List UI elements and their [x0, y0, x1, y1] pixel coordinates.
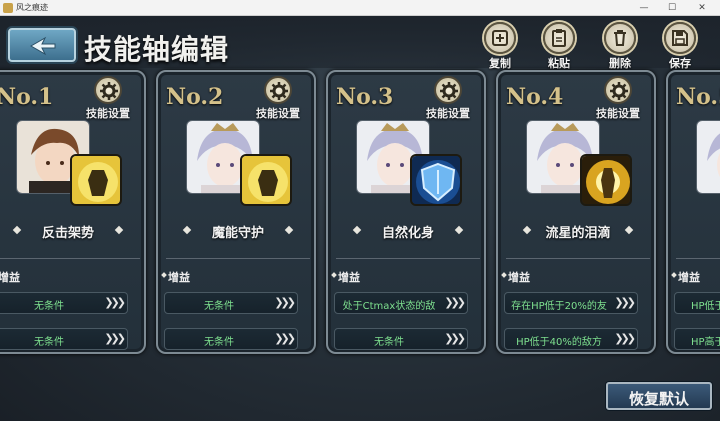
skill-name: 流星的泪滴 [545, 226, 611, 241]
save-button[interactable]: 保存 [658, 22, 702, 72]
condition-text: 无条件 [34, 337, 64, 348]
chevrons-right-icon: ❯❯❯ [614, 332, 636, 345]
skill-settings-label: 技能设置 [86, 107, 130, 120]
skill-settings-label: 技能设置 [426, 107, 470, 120]
condition-2[interactable]: HP高于 [674, 328, 720, 350]
copy-icon [492, 30, 508, 46]
condition-text: HP低于 [691, 301, 720, 312]
character-portrait [696, 120, 720, 194]
skill-card-4[interactable]: No.4 技能设置 流星的泪滴 增益 存在HP低于20%的友 ❯❯❯ HP低于40… [496, 70, 656, 354]
gear-icon [270, 82, 288, 100]
skill-icon [410, 154, 462, 206]
gear-icon [100, 82, 118, 100]
condition-text: 存在HP低于20%的友 [511, 301, 607, 312]
condition-1[interactable]: 存在HP低于20%的友 ❯❯❯ [504, 292, 638, 314]
save-label: 保存 [669, 57, 691, 70]
skill-name: 自然化身 [381, 226, 434, 241]
reset-default-button[interactable]: 恢复默认 [606, 382, 712, 410]
delete-button[interactable]: 删除 [598, 22, 642, 72]
condition-1[interactable]: HP低于 [674, 292, 720, 314]
condition-2[interactable]: 无条件 ❯❯❯ [0, 328, 128, 350]
condition-1[interactable]: 无条件 ❯❯❯ [164, 292, 298, 314]
condition-text: HP低于40%的敌方 [516, 337, 602, 348]
window-titlebar: 风之痕迹 — ☐ ✕ [0, 0, 720, 16]
condition-2[interactable]: 无条件 ❯❯❯ [164, 328, 298, 350]
trash-icon [614, 30, 626, 46]
skill-card-2[interactable]: No.2 技能设置 魔能守护 增益 无条件 ❯❯❯ 无条件 ❯❯❯ [156, 70, 316, 354]
minimize-button[interactable]: — [632, 0, 656, 16]
skill-settings-button[interactable] [94, 76, 122, 104]
skill-settings-button[interactable] [434, 76, 462, 104]
save-icon [672, 30, 688, 46]
game-stage: 技能轴编辑 复制 粘贴 删除 保存 No.1 技能设置 反击架势 增益 无条件 ❯… [0, 16, 720, 421]
skill-card-5[interactable]: No.5 增益 HP低于 HP高于 [666, 70, 720, 354]
back-button[interactable] [8, 28, 76, 62]
paste-label: 粘贴 [548, 57, 570, 70]
buff-label: 增益 [508, 271, 530, 284]
chevrons-right-icon: ❯❯❯ [444, 332, 466, 345]
paste-button[interactable]: 粘贴 [537, 22, 581, 72]
condition-1[interactable]: 处于Ctmax状态的敌 ❯❯❯ [334, 292, 468, 314]
divider [506, 258, 650, 259]
skill-card-1[interactable]: No.1 技能设置 反击架势 增益 无条件 ❯❯❯ 无条件 ❯❯❯ [0, 70, 146, 354]
buff-label: 增益 [0, 271, 20, 284]
gear-icon [610, 82, 628, 100]
condition-text: 无条件 [34, 301, 64, 312]
condition-2[interactable]: 无条件 ❯❯❯ [334, 328, 468, 350]
skill-name: 反击架势 [41, 226, 94, 241]
divider [676, 258, 720, 259]
condition-text: 无条件 [204, 337, 234, 348]
skill-settings-button[interactable] [604, 76, 632, 104]
skill-settings-label: 技能设置 [596, 107, 640, 120]
skill-settings-label: 技能设置 [256, 107, 300, 120]
gear-icon [440, 82, 458, 100]
card-number: No.4 [506, 84, 564, 110]
maximize-button[interactable]: ☐ [660, 0, 684, 16]
buff-label: 增益 [678, 271, 700, 284]
delete-label: 删除 [609, 57, 631, 70]
copy-label: 复制 [489, 57, 511, 70]
buff-label: 增益 [338, 271, 360, 284]
condition-text: HP高于 [691, 337, 720, 348]
chevrons-right-icon: ❯❯❯ [274, 296, 296, 309]
skill-icon [580, 154, 632, 206]
close-window-button[interactable]: ✕ [690, 0, 714, 16]
card-number: No.5 [676, 84, 720, 110]
condition-2[interactable]: HP低于40%的敌方 ❯❯❯ [504, 328, 638, 350]
condition-1[interactable]: 无条件 ❯❯❯ [0, 292, 128, 314]
chevrons-right-icon: ❯❯❯ [444, 296, 466, 309]
skill-icon [70, 154, 122, 206]
condition-text: 无条件 [204, 301, 234, 312]
chevrons-right-icon: ❯❯❯ [614, 296, 636, 309]
copy-button[interactable]: 复制 [478, 22, 522, 72]
window-title: 风之痕迹 [16, 3, 48, 12]
divider [166, 258, 310, 259]
reset-default-label: 恢复默认 [628, 390, 689, 408]
card-number: No.1 [0, 84, 54, 110]
condition-text: 无条件 [374, 337, 404, 348]
chevrons-right-icon: ❯❯❯ [104, 332, 126, 345]
app-icon [3, 3, 13, 13]
card-number: No.3 [336, 84, 394, 110]
divider [0, 258, 140, 259]
skill-card-3[interactable]: No.3 技能设置 自然化身 增益 处于Ctmax状态的敌 ❯❯❯ 无条件 ❯❯❯ [326, 70, 486, 354]
chevrons-right-icon: ❯❯❯ [104, 296, 126, 309]
card-number: No.2 [166, 84, 224, 110]
paste-icon [552, 29, 566, 47]
back-arrow-icon [29, 36, 56, 56]
buff-label: 增益 [168, 271, 190, 284]
divider [336, 258, 480, 259]
condition-text: 处于Ctmax状态的敌 [342, 301, 436, 312]
chevrons-right-icon: ❯❯❯ [274, 332, 296, 345]
skill-name: 魔能守护 [211, 226, 264, 241]
skill-settings-button[interactable] [264, 76, 292, 104]
page-title: 技能轴编辑 [84, 33, 230, 66]
skill-icon [240, 154, 292, 206]
